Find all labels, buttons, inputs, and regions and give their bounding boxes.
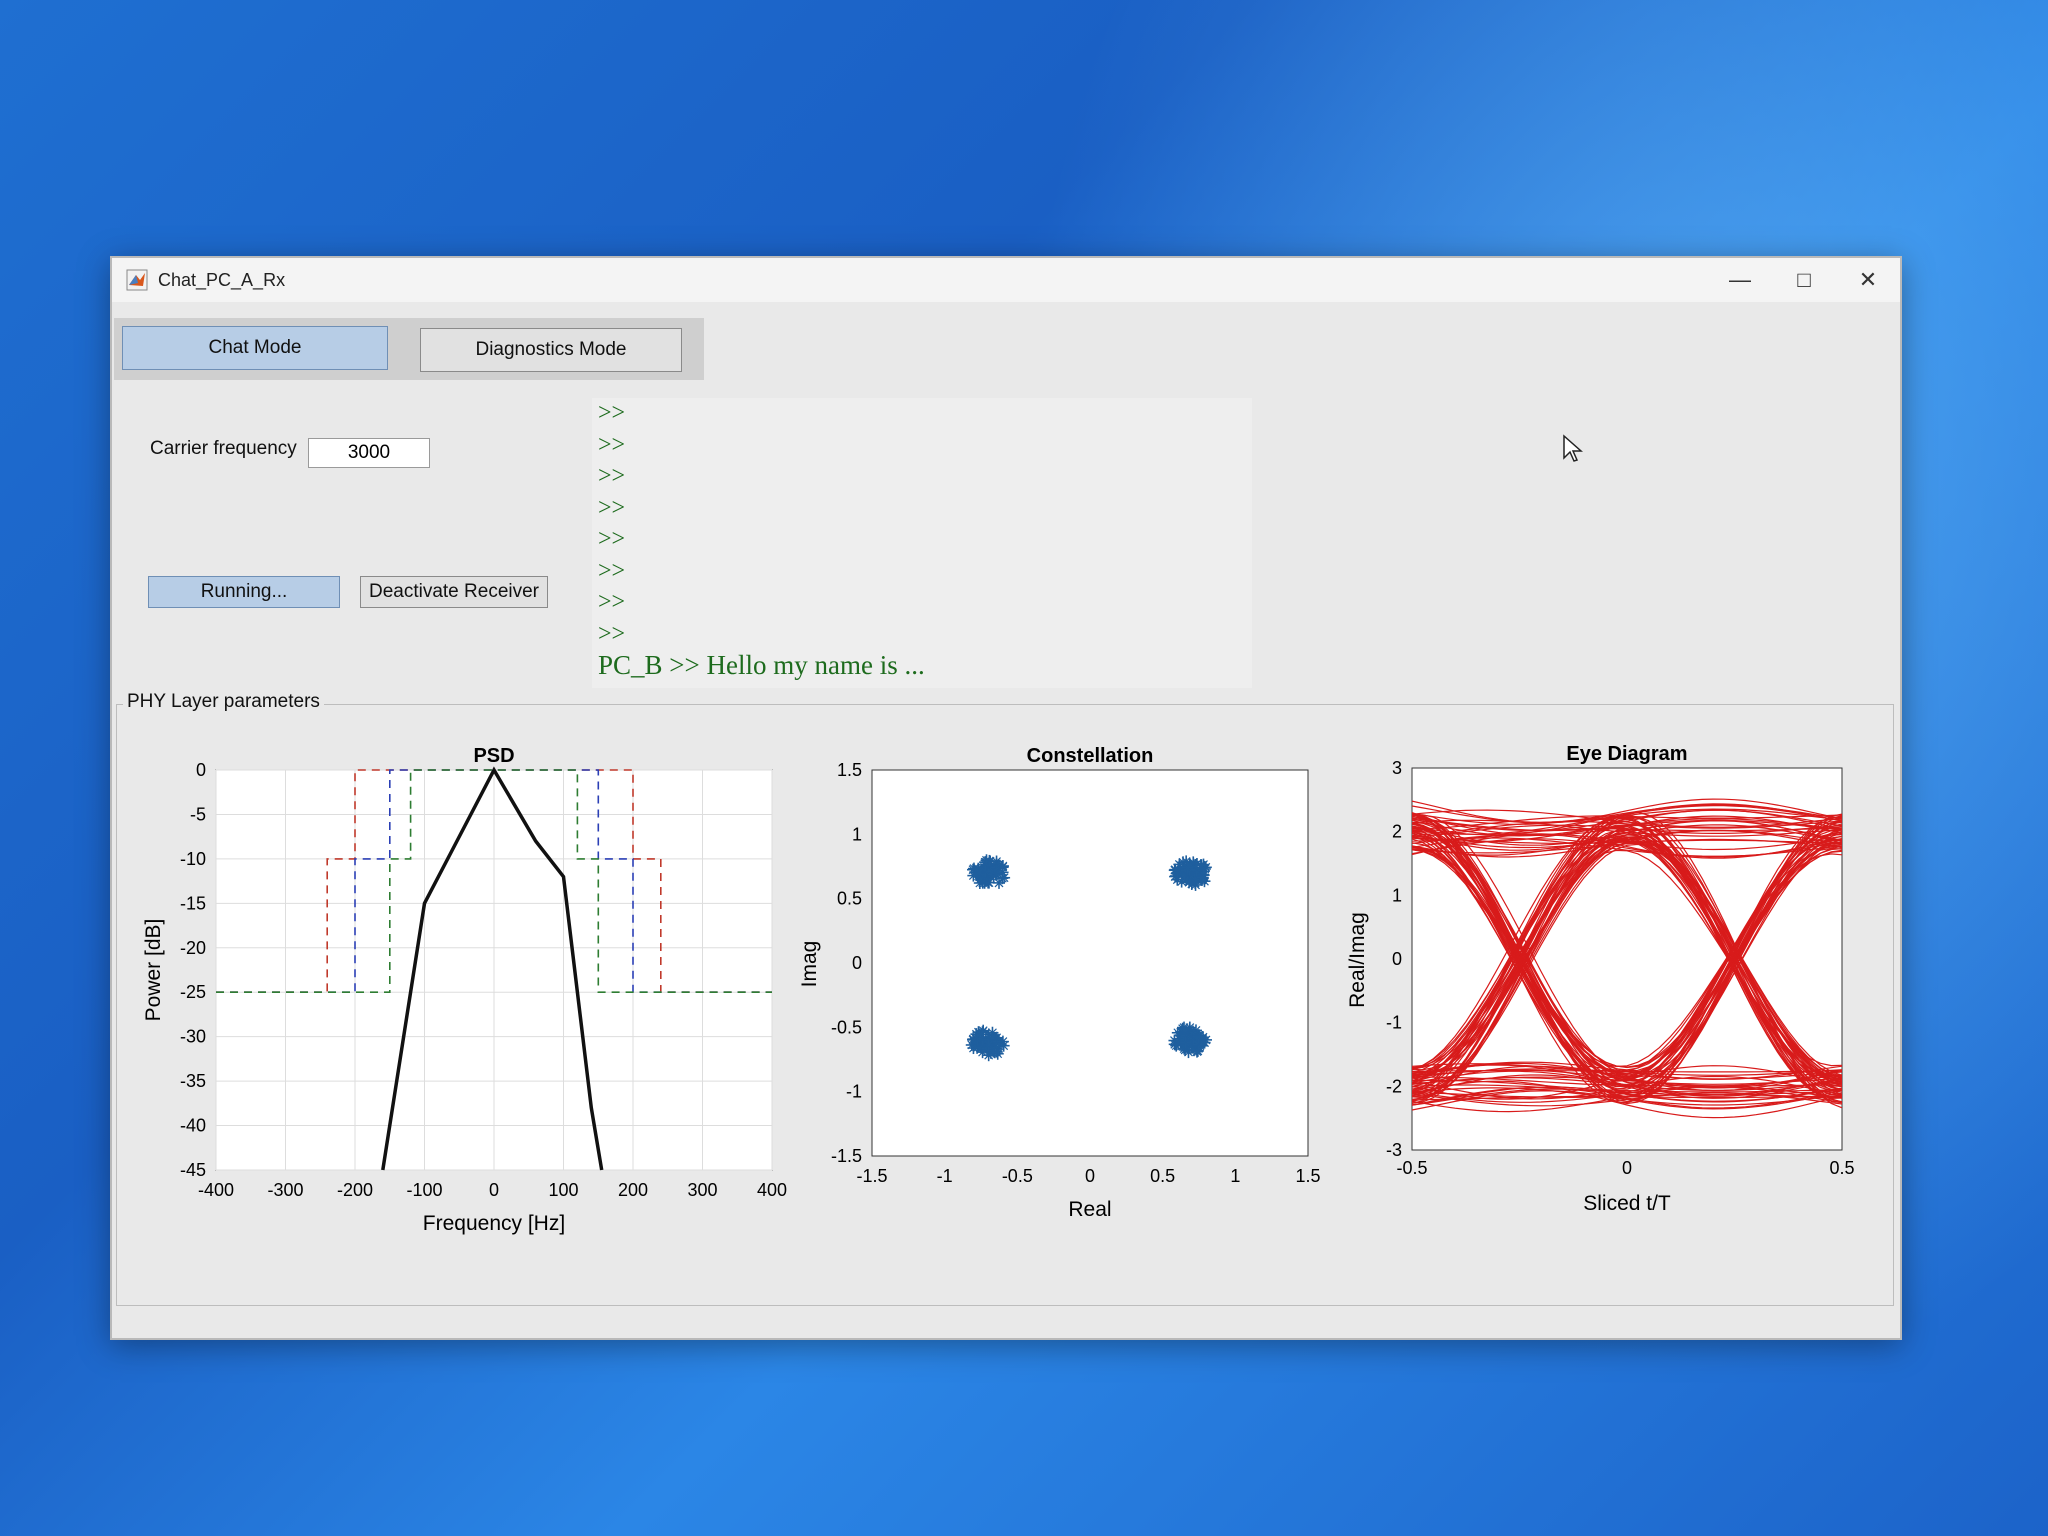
running-status-button[interactable]: Running... bbox=[148, 576, 340, 608]
constellation-ytick-label: -1.5 bbox=[831, 1146, 862, 1166]
psd-xtick-label: -100 bbox=[406, 1180, 442, 1200]
psd-xlabel: Frequency [Hz] bbox=[423, 1212, 565, 1235]
constellation-xtick-label: -1.5 bbox=[856, 1166, 887, 1186]
chat-console[interactable]: >> >> >> >> >> >> >> >> PC_B >> Hello my… bbox=[592, 398, 1252, 688]
eye-ytick-label: 1 bbox=[1392, 885, 1402, 905]
mouse-cursor-icon bbox=[1563, 434, 1583, 462]
constellation-xtick-label: 0.5 bbox=[1150, 1166, 1175, 1186]
close-icon: ✕ bbox=[1858, 267, 1878, 292]
psd-chart[interactable]: -400 -300 -200 -100 0 100 200 300 400 0 -5 -10 -15 -2… bbox=[122, 724, 812, 1254]
constellation-chart[interactable]: -1.5 -1 -0.5 0 0.5 1 1.5 1.5 1 0.5 0 -0.5 -1 -1.5 Con… bbox=[792, 724, 1432, 1254]
eye-ytick-label: -2 bbox=[1386, 1076, 1402, 1096]
maximize-icon: □ bbox=[1797, 267, 1811, 292]
eye-ylabel: Real/Imag bbox=[1346, 912, 1369, 1008]
constellation-title: Constellation bbox=[1027, 745, 1154, 767]
constellation-ytick-label: -1 bbox=[846, 1082, 862, 1102]
constellation-xtick-label: -1 bbox=[937, 1166, 953, 1186]
psd-xtick-label: 300 bbox=[687, 1180, 717, 1200]
tab-chat-mode[interactable]: Chat Mode bbox=[122, 326, 388, 370]
minimize-icon: — bbox=[1729, 267, 1751, 292]
eye-ytick-label: 3 bbox=[1392, 758, 1402, 778]
eye-ytick-label: 0 bbox=[1392, 949, 1402, 969]
psd-ytick-label: 0 bbox=[196, 760, 206, 780]
constellation-xtick-label: 1 bbox=[1230, 1166, 1240, 1186]
psd-xtick-label: 0 bbox=[489, 1180, 499, 1200]
eye-xtick-label: 0 bbox=[1622, 1158, 1632, 1178]
psd-xtick-label: 400 bbox=[757, 1180, 787, 1200]
eye-ytick-label: -3 bbox=[1386, 1140, 1402, 1160]
eye-title: Eye Diagram bbox=[1566, 743, 1687, 765]
psd-xtick-label: -200 bbox=[337, 1180, 373, 1200]
constellation-xlabel: Real bbox=[1068, 1198, 1111, 1221]
constellation-xtick-label: 0 bbox=[1085, 1166, 1095, 1186]
console-message: PC_B >> Hello my name is ... bbox=[598, 650, 925, 680]
eye-xlabel: Sliced t/T bbox=[1583, 1192, 1671, 1215]
psd-ytick-label: -10 bbox=[180, 849, 206, 869]
psd-title: PSD bbox=[473, 745, 514, 767]
constellation-xtick-label: -0.5 bbox=[1002, 1166, 1033, 1186]
psd-xtick-label: 100 bbox=[548, 1180, 578, 1200]
console-prompt: >> bbox=[598, 431, 626, 458]
constellation-ylabel: Imag bbox=[798, 941, 821, 988]
console-prompt: >> bbox=[598, 400, 626, 426]
psd-ytick-label: -45 bbox=[180, 1160, 206, 1180]
phy-layer-panel-title: PHY Layer parameters bbox=[123, 691, 324, 713]
psd-ytick-label: -40 bbox=[180, 1116, 206, 1136]
constellation-ytick-label: -0.5 bbox=[831, 1017, 862, 1037]
psd-ytick-label: -25 bbox=[180, 982, 206, 1002]
eye-ytick-label: -1 bbox=[1386, 1013, 1402, 1033]
psd-ylabel: Power [dB] bbox=[142, 919, 165, 1022]
tab-diagnostics-mode[interactable]: Diagnostics Mode bbox=[420, 328, 682, 372]
carrier-frequency-input[interactable]: 3000 bbox=[308, 438, 430, 468]
console-prompt: >> bbox=[598, 557, 626, 584]
close-button[interactable]: ✕ bbox=[1836, 258, 1900, 302]
constellation-ytick-label: 0 bbox=[852, 953, 862, 973]
mode-tab-bar: Chat Mode Diagnostics Mode bbox=[114, 318, 704, 380]
eye-diagram-chart[interactable]: -0.5 0 0.5 3 2 1 0 -1 -2 -3 Eye Diagram Sliced t/… bbox=[1342, 724, 1892, 1254]
console-prompt: >> bbox=[598, 589, 626, 615]
psd-xtick-label: -300 bbox=[267, 1180, 303, 1200]
console-prompt: >> bbox=[598, 494, 626, 521]
constellation-ytick-label: 0.5 bbox=[837, 889, 862, 909]
eye-xtick-label: 0.5 bbox=[1829, 1158, 1854, 1178]
carrier-frequency-label: Carrier frequency bbox=[150, 438, 297, 459]
window-title: Chat_PC_A_Rx bbox=[158, 269, 286, 290]
matlab-icon bbox=[126, 269, 148, 291]
eye-ytick-label: 2 bbox=[1392, 822, 1402, 842]
psd-ytick-label: -35 bbox=[180, 1071, 206, 1091]
minimize-button[interactable]: — bbox=[1708, 258, 1772, 302]
constellation-plot-area bbox=[871, 769, 1309, 1157]
constellation-xtick-label: 1.5 bbox=[1295, 1166, 1320, 1186]
console-prompt: >> bbox=[598, 620, 626, 647]
psd-ytick-label: -5 bbox=[190, 804, 206, 824]
console-prompt: >> bbox=[598, 526, 626, 552]
constellation-ytick-label: 1 bbox=[852, 824, 862, 844]
psd-ytick-label: -20 bbox=[180, 938, 206, 958]
maximize-button[interactable]: □ bbox=[1772, 258, 1836, 302]
title-bar[interactable]: Chat_PC_A_Rx — □ ✕ bbox=[112, 258, 1900, 302]
psd-xtick-label: -400 bbox=[198, 1180, 234, 1200]
console-prompt: >> bbox=[598, 463, 626, 489]
deactivate-receiver-button[interactable]: Deactivate Receiver bbox=[360, 576, 548, 608]
eye-xtick-label: -0.5 bbox=[1396, 1158, 1427, 1178]
psd-xtick-label: 200 bbox=[618, 1180, 648, 1200]
psd-ytick-label: -15 bbox=[180, 893, 206, 913]
constellation-ytick-label: 1.5 bbox=[837, 760, 862, 780]
app-window: Chat_PC_A_Rx — □ ✕ Chat Mode Diagnostics… bbox=[110, 256, 1902, 1340]
psd-ytick-label: -30 bbox=[180, 1027, 206, 1047]
